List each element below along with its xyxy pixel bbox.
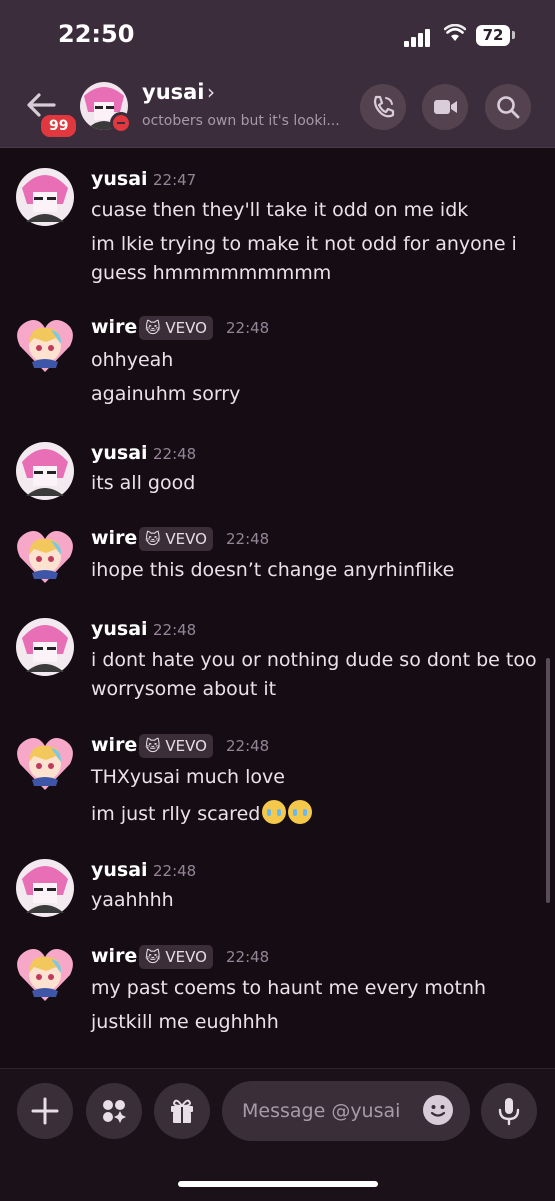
video-camera-icon [434,100,457,114]
timestamp: 22:48 [226,319,270,337]
author-name[interactable]: wire [91,734,137,756]
battery-icon: 72 [476,25,510,46]
cat-icon: 🐱 [145,319,166,337]
timestamp: 22:48 [153,862,197,880]
avatar[interactable] [16,945,74,1003]
dnd-status-icon [110,112,132,134]
search-icon [497,96,520,119]
avatar[interactable] [16,442,74,500]
message-text: its all good [91,472,196,494]
avatar[interactable] [16,859,74,917]
cat-icon: 🐱 [145,530,166,548]
cellular-signal-icon [404,27,434,47]
tag-label: VEVO [165,530,207,548]
gift-button[interactable] [154,1083,210,1139]
message-input[interactable]: Message @yusai [222,1081,470,1141]
gift-icon [171,1099,193,1123]
status-time: 22:50 [58,20,135,48]
message-text: guess hmmmmmmmmm [91,262,332,284]
author-name[interactable]: yusai [91,618,148,640]
plus-icon [31,1097,59,1125]
apps-button[interactable] [86,1083,142,1139]
timestamp: 22:48 [226,530,270,548]
unread-badge: 99 [38,112,80,140]
timestamp: 22:48 [153,621,197,639]
author-name[interactable]: yusai [91,442,148,464]
vevo-tag: 🐱 VEVO [139,945,213,969]
author-name[interactable]: wire [91,316,137,338]
message-text: THXyusai much love [91,766,285,788]
avatar[interactable] [16,734,74,792]
timestamp: 22:48 [226,737,270,755]
message-text: ohhyeah [91,349,174,371]
message-text: im just rlly scared [91,800,313,825]
message-text: im lkie trying to make it not odd for an… [91,233,517,255]
scrollbar[interactable] [546,658,550,903]
emoji-picker-icon[interactable] [423,1095,453,1125]
avatar[interactable] [16,168,74,226]
tag-label: VEVO [165,737,207,755]
timestamp: 22:48 [226,948,270,966]
crying-emoji-icon [262,800,287,824]
message-text: i dont hate you or nothing dude so dont … [91,649,537,671]
author-name[interactable]: yusai [91,168,148,190]
dm-header: 99 yusai › octobers own but it's looki..… [0,70,555,148]
phone-icon [373,95,395,118]
add-attachment-button[interactable] [17,1083,73,1139]
avatar[interactable] [16,527,74,585]
search-button[interactable] [485,84,531,130]
vevo-tag: 🐱 VEVO [139,527,213,551]
video-call-button[interactable] [422,84,468,130]
author-name[interactable]: wire [91,945,137,967]
author-name[interactable]: yusai [91,859,148,881]
message-text: worrysome about it [91,678,277,700]
apps-icon [103,1100,126,1123]
cat-icon: 🐱 [145,737,166,755]
message-input-placeholder: Message @yusai [242,1100,401,1122]
battery-tip [512,31,515,39]
tag-label: VEVO [165,319,207,337]
status-bar: 22:50 72 [0,0,555,70]
message-composer: Message @yusai [0,1068,555,1201]
avatar[interactable] [16,618,74,676]
voice-message-button[interactable] [481,1083,537,1139]
chevron-right-icon[interactable]: › [207,80,215,104]
vevo-tag: 🐱 VEVO [139,316,213,340]
message-text: againuhm sorry [91,383,241,405]
crying-emoji-icon [288,800,313,824]
timestamp: 22:47 [153,171,197,189]
message-list[interactable]: yusai 22:47 cuase then they'll take it o… [0,148,555,1068]
message-text: cuase then they'll take it odd on me idk [91,199,469,221]
header-name[interactable]: yusai [142,80,205,104]
message-text: yaahhhh [91,889,174,911]
wifi-icon [444,24,466,42]
voice-call-button[interactable] [360,84,406,130]
message-text: ihope this doesn’t change anyrhinflike [91,559,455,581]
cat-icon: 🐱 [145,948,166,966]
timestamp: 22:48 [153,445,197,463]
vevo-tag: 🐱 VEVO [139,734,213,758]
author-name[interactable]: wire [91,527,137,549]
avatar[interactable] [16,316,74,374]
microphone-icon [498,1098,520,1126]
message-text: justkill me eughhhh [91,1011,279,1033]
custom-status: octobers own but it's looki... [142,113,340,129]
home-indicator [178,1181,378,1187]
message-text: my past coems to haunt me every motnh [91,977,487,999]
message-text-span: im just rlly scared [91,803,261,825]
tag-label: VEVO [165,948,207,966]
